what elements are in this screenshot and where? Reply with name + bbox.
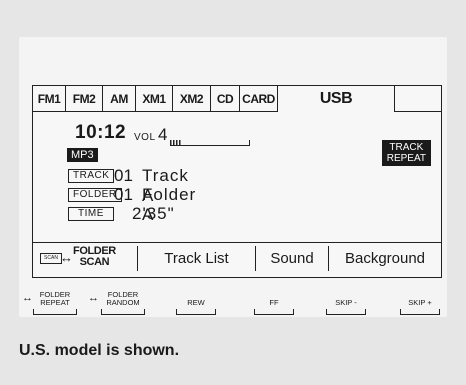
tab-xm1[interactable]: XM1 — [136, 86, 173, 112]
repeat-mode-badge: TRACK REPEAT — [381, 140, 431, 166]
volume-bar-end — [249, 140, 250, 146]
elapsed-time: 2'35" — [132, 204, 175, 223]
background-button[interactable]: Background — [328, 246, 441, 271]
tab-cd[interactable]: CD — [211, 86, 240, 112]
ff-button[interactable]: FF — [254, 298, 294, 315]
volume-value: 4 — [158, 125, 168, 144]
tab-bar-filler — [395, 86, 441, 112]
source-tabs: FM1 FM2 AM XM1 XM2 CD CARD USB — [33, 86, 441, 114]
tab-usb[interactable]: USB — [278, 86, 395, 112]
track-label: TRACK — [68, 169, 115, 183]
audio-display-screen: FM1 FM2 AM XM1 XM2 CD CARD USB 10:12 VOL… — [32, 85, 442, 278]
skip-forward-button[interactable]: SKIP + — [400, 298, 440, 315]
skip-back-button[interactable]: SKIP - — [326, 298, 366, 315]
button-indicator — [400, 309, 440, 315]
volume-bar — [170, 139, 250, 146]
volume-label: VOL — [134, 132, 156, 143]
clock: 10:12 — [75, 122, 127, 143]
folder-number: 01 — [114, 185, 133, 204]
folder-scan-button[interactable]: FOLDER SCAN — [73, 246, 116, 268]
folder-repeat-line2: REPEAT — [40, 298, 70, 307]
folder-repeat-button[interactable]: FOLDER REPEAT — [33, 291, 77, 315]
time-label: TIME — [68, 207, 114, 221]
tab-am[interactable]: AM — [103, 86, 136, 112]
button-indicator — [101, 309, 145, 315]
volume-bar-track — [170, 145, 250, 146]
track-number: 01 — [114, 166, 133, 185]
rew-button[interactable]: REW — [176, 298, 216, 315]
now-playing-area: 10:12 VOL 4 MP3 TRACK REPEAT TRACK 01 Tr… — [33, 112, 441, 231]
repeat-badge-line2: REPEAT — [386, 153, 426, 164]
format-badge: MP3 — [67, 148, 98, 162]
ff-label: FF — [269, 298, 279, 307]
tab-fm2[interactable]: FM2 — [66, 86, 103, 112]
rew-label: REW — [187, 298, 205, 307]
button-indicator — [326, 309, 366, 315]
volume-bar-fill — [170, 140, 182, 146]
tab-fm1[interactable]: FM1 — [33, 86, 66, 112]
scan-icon: SCAN — [40, 253, 62, 264]
model-caption: U.S. model is shown. — [19, 342, 180, 359]
skip-forward-label: SKIP + — [408, 298, 432, 307]
sound-button[interactable]: Sound — [255, 246, 328, 271]
skip-back-label: SKIP - — [335, 298, 357, 307]
hard-button-labels: ↔ FOLDER REPEAT ↔ FOLDER RANDOM REW FF S… — [22, 291, 448, 317]
double-arrow-icon: ↔ — [22, 292, 33, 304]
repeat-badge-line1: TRACK — [389, 142, 424, 153]
button-indicator — [33, 309, 77, 315]
button-indicator — [254, 309, 294, 315]
soft-menu-bar: SCAN ↔ FOLDER SCAN Track List Sound Back… — [33, 242, 441, 273]
folder-random-line2: RANDOM — [106, 298, 140, 307]
track-list-button[interactable]: Track List — [137, 246, 255, 271]
tab-card[interactable]: CARD — [240, 86, 278, 112]
double-arrow-icon: ↔ — [60, 250, 73, 265]
folder-scan-line2: SCAN — [79, 256, 110, 268]
folder-random-button[interactable]: FOLDER RANDOM — [101, 291, 145, 315]
button-indicator — [176, 309, 216, 315]
double-arrow-icon: ↔ — [88, 292, 99, 304]
tab-xm2[interactable]: XM2 — [173, 86, 211, 112]
